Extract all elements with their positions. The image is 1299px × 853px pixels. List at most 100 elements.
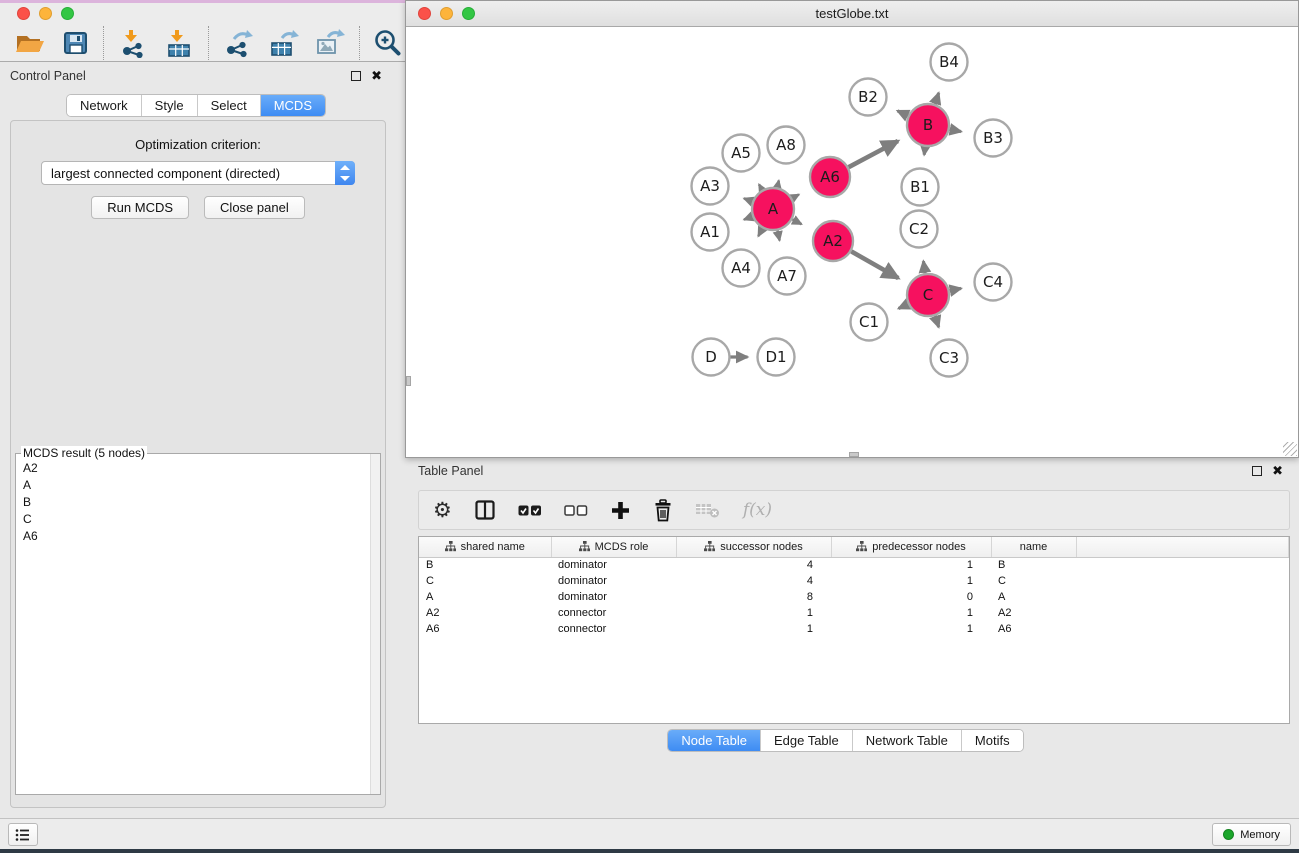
cell-MCDS-role[interactable]: dominator [551, 557, 676, 573]
close-panel-button[interactable]: Close panel [204, 196, 305, 219]
mcds-list-scrollbar[interactable] [370, 454, 380, 794]
cell-predecessor-nodes[interactable]: 1 [831, 573, 991, 589]
node-A[interactable]: A [752, 188, 794, 230]
window-resize-grip[interactable] [1283, 442, 1297, 456]
tab-network[interactable]: Network [67, 95, 141, 116]
network-graph[interactable]: AA1A2A3A4A5A6A7A8BB1B2B3B4CC1C2C3C4DD1 [406, 27, 1298, 457]
mcds-result-item[interactable]: C [17, 511, 369, 528]
float-panel-icon[interactable] [351, 71, 361, 81]
edge-A-A7[interactable] [778, 231, 780, 241]
vertical-scrollbar-thumb[interactable] [406, 376, 411, 386]
edge-C-C3[interactable] [935, 316, 939, 327]
mcds-result-item[interactable]: A6 [17, 528, 369, 545]
cell-MCDS-role[interactable]: connector [551, 605, 676, 621]
table-row[interactable]: Bdominator41B [419, 557, 1289, 573]
table-float-panel-icon[interactable] [1252, 466, 1262, 476]
cell-shared-name[interactable]: C [419, 573, 551, 589]
cell-name[interactable]: A [991, 589, 1076, 605]
save-session-icon[interactable] [60, 29, 90, 57]
cell-successor-nodes[interactable]: 1 [676, 605, 831, 621]
node-D1[interactable]: D1 [758, 339, 795, 376]
column-header-successor-nodes[interactable]: successor nodes [676, 537, 831, 557]
node-B3[interactable]: B3 [975, 120, 1012, 157]
cell-predecessor-nodes[interactable]: 1 [831, 605, 991, 621]
delete-column-icon[interactable] [653, 499, 673, 522]
import-table-icon[interactable] [163, 28, 195, 58]
cell-name[interactable]: A6 [991, 621, 1076, 637]
cell-successor-nodes[interactable]: 1 [676, 621, 831, 637]
edge-A-A1[interactable] [744, 217, 752, 220]
table-row[interactable]: Adominator80A [419, 589, 1289, 605]
select-all-icon[interactable] [518, 504, 542, 517]
tab-style[interactable]: Style [141, 95, 197, 116]
tab-motifs[interactable]: Motifs [961, 730, 1023, 751]
edge-B-B3[interactable] [950, 129, 962, 131]
cell-name[interactable]: B [991, 557, 1076, 573]
edge-C-C4[interactable] [950, 288, 962, 290]
node-B2[interactable]: B2 [850, 79, 887, 116]
cell-successor-nodes[interactable]: 4 [676, 557, 831, 573]
node-A5[interactable]: A5 [723, 135, 760, 172]
column-header-name[interactable]: name [991, 537, 1076, 557]
edge-C-C1[interactable] [899, 304, 908, 308]
node-A3[interactable]: A3 [692, 168, 729, 205]
cell-shared-name[interactable]: A [419, 589, 551, 605]
close-panel-icon[interactable]: ✖ [371, 71, 382, 81]
zoom-in-icon[interactable] [373, 28, 402, 57]
node-D[interactable]: D [693, 339, 730, 376]
node-A2[interactable]: A2 [813, 221, 853, 261]
edge-A2-C[interactable] [851, 251, 898, 278]
tab-network-table[interactable]: Network Table [852, 730, 961, 751]
network-window-titlebar[interactable]: testGlobe.txt [406, 1, 1298, 27]
node-table[interactable]: shared nameMCDS rolesuccessor nodesprede… [418, 536, 1290, 724]
cell-successor-nodes[interactable]: 8 [676, 589, 831, 605]
cell-predecessor-nodes[interactable]: 0 [831, 589, 991, 605]
table-row[interactable]: Cdominator41C [419, 573, 1289, 589]
columns-icon[interactable] [474, 499, 496, 521]
cell-shared-name[interactable]: A6 [419, 621, 551, 637]
table-close-panel-icon[interactable]: ✖ [1272, 466, 1283, 476]
mcds-result-item[interactable]: A2 [17, 460, 369, 477]
table-row[interactable]: A6connector11A6 [419, 621, 1289, 637]
mcds-result-item[interactable]: A [17, 477, 369, 494]
edge-A-A5[interactable] [759, 184, 762, 190]
cell-MCDS-role[interactable]: connector [551, 621, 676, 637]
column-header-shared-name[interactable]: shared name [419, 537, 551, 557]
memory-button[interactable]: Memory [1212, 823, 1291, 846]
export-network-icon[interactable] [222, 28, 254, 58]
cell-name[interactable]: C [991, 573, 1076, 589]
network-canvas[interactable]: AA1A2A3A4A5A6A7A8BB1B2B3B4CC1C2C3C4DD1 [406, 27, 1298, 457]
add-column-icon[interactable] [610, 500, 631, 521]
edge-C-C2[interactable] [923, 261, 925, 273]
criterion-dropdown[interactable]: largest connected component (directed) [41, 161, 355, 185]
cell-MCDS-role[interactable]: dominator [551, 589, 676, 605]
export-table-icon[interactable] [268, 28, 300, 58]
cell-successor-nodes[interactable]: 4 [676, 573, 831, 589]
edge-A-A6[interactable] [792, 195, 799, 199]
column-header-MCDS-role[interactable]: MCDS role [551, 537, 676, 557]
tab-mcds[interactable]: MCDS [260, 95, 325, 116]
node-C[interactable]: C [907, 274, 949, 316]
node-A7[interactable]: A7 [769, 258, 806, 295]
node-C4[interactable]: C4 [975, 264, 1012, 301]
export-image-icon[interactable] [314, 28, 346, 58]
node-A8[interactable]: A8 [768, 127, 805, 164]
edge-A-A2[interactable] [792, 219, 801, 224]
open-file-icon[interactable] [13, 29, 46, 57]
run-mcds-button[interactable]: Run MCDS [91, 196, 189, 219]
edge-A-A3[interactable] [744, 198, 752, 201]
edge-B-B4[interactable] [935, 93, 939, 104]
edge-A-A8[interactable] [777, 181, 778, 188]
tab-node-table[interactable]: Node Table [668, 730, 760, 751]
edge-B-B2[interactable] [898, 111, 909, 116]
mcds-result-item[interactable]: B [17, 494, 369, 511]
task-history-button[interactable] [8, 823, 38, 846]
node-C1[interactable]: C1 [851, 304, 888, 341]
node-B[interactable]: B [907, 104, 949, 146]
node-C2[interactable]: C2 [901, 211, 938, 248]
import-network-icon[interactable] [117, 28, 149, 58]
node-A4[interactable]: A4 [723, 250, 760, 287]
node-A1[interactable]: A1 [692, 214, 729, 251]
cell-MCDS-role[interactable]: dominator [551, 573, 676, 589]
edge-B-B1[interactable] [924, 147, 925, 155]
